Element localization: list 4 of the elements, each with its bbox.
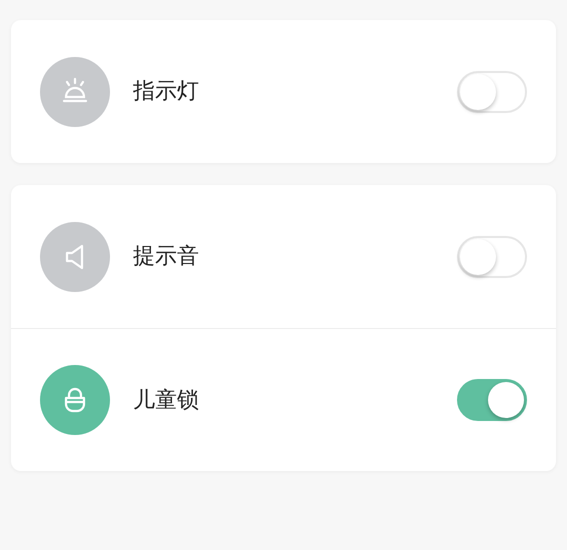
setting-label: 提示音 (133, 243, 199, 271)
setting-label: 儿童锁 (133, 386, 199, 414)
setting-label: 指示灯 (133, 78, 199, 106)
toggle-switch[interactable] (457, 379, 527, 421)
